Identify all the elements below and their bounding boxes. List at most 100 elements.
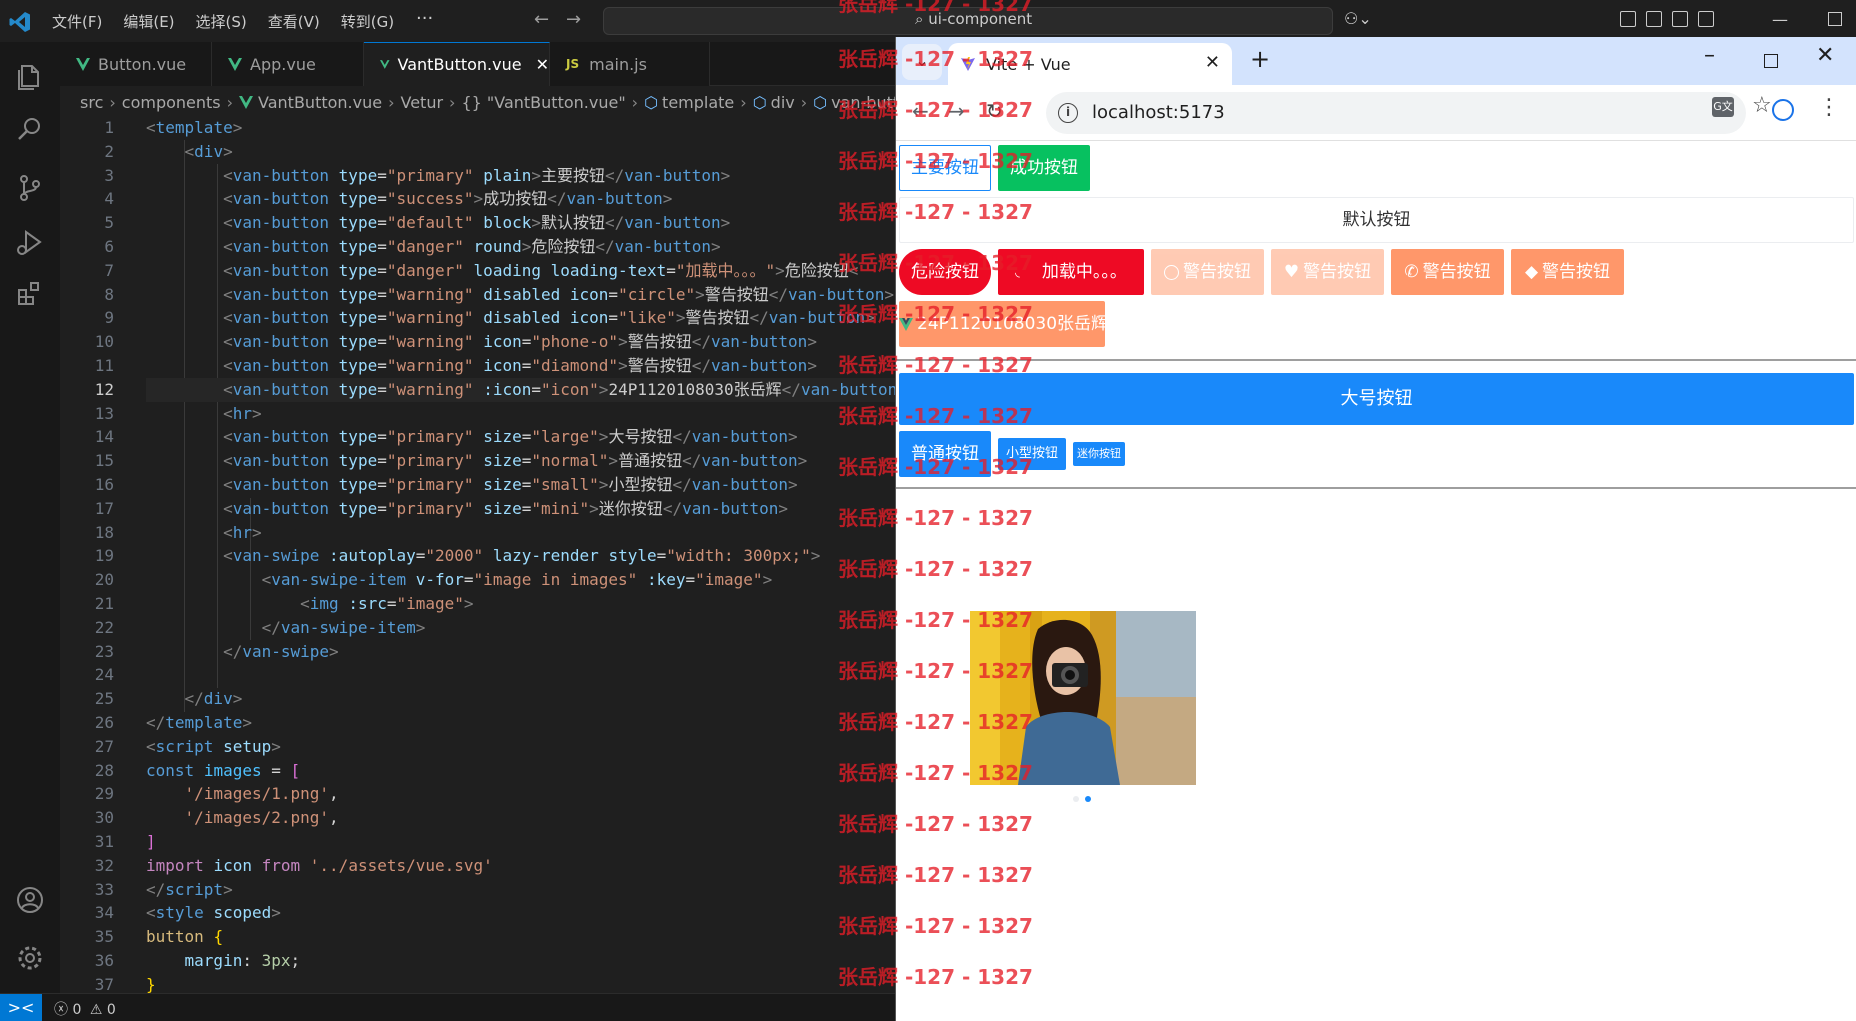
close-tab-icon[interactable]: ✕ [536, 55, 549, 74]
tab-app-vue[interactable]: App.vue [212, 42, 364, 86]
heart-icon: ♥ [1283, 262, 1300, 282]
primary-mini-button[interactable]: 迷你按钮 [1073, 442, 1125, 466]
line-number: 8 [104, 284, 114, 304]
carousel-indicator-active[interactable] [1085, 796, 1091, 802]
primary-normal-button[interactable]: 普通按钮 [899, 431, 991, 477]
new-tab-plus-icon[interactable]: + [1250, 45, 1270, 73]
line-number: 23 [94, 641, 114, 661]
menu-go[interactable]: 转到(G) [341, 11, 394, 32]
tab-vantbutton-vue[interactable]: VantButton.vue ✕ [364, 42, 550, 86]
code-line: <van-button type="primary" size="large">… [223, 427, 798, 447]
line-number: 34 [94, 903, 114, 923]
run-debug-icon[interactable] [14, 226, 46, 258]
toggle-secondary-sidebar-icon[interactable] [1698, 11, 1714, 27]
code-line: <hr> [223, 403, 262, 423]
layout-customize-icon[interactable] [1620, 11, 1636, 27]
phone-icon: ✆ [1404, 262, 1419, 282]
menu-edit[interactable]: 编辑(E) [123, 11, 174, 32]
settings-gear-icon[interactable] [14, 942, 46, 974]
primary-plain-button[interactable]: 主要按钮 [899, 145, 991, 191]
line-number: 16 [94, 474, 114, 494]
code-line: <van-button type="warning" disabled icon… [223, 308, 875, 328]
line-number: 37 [94, 974, 114, 994]
default-block-button[interactable]: 默认按钮 [899, 197, 1854, 243]
line-number: 9 [104, 308, 114, 328]
breadcrumb-item[interactable]: template [662, 93, 734, 112]
line-number: 4 [104, 189, 114, 209]
line-number: 17 [94, 498, 114, 518]
danger-round-button[interactable]: 危险按钮 [899, 249, 991, 295]
line-number: 13 [94, 403, 114, 423]
browser-menu-kebab-icon[interactable]: ⋮ [1818, 95, 1840, 120]
profile-avatar-icon[interactable] [1772, 99, 1794, 121]
vue-logo-icon [899, 317, 913, 331]
vite-icon [961, 57, 975, 71]
menu-selection[interactable]: 选择(S) [196, 11, 247, 32]
warning-diamond-button[interactable]: ◆ 警告按钮 [1511, 249, 1624, 295]
code-line: <van-button type="primary" size="normal"… [223, 451, 808, 471]
tab-main-js[interactable]: JS main.js [550, 42, 710, 86]
code-line-current: <van-button type="warning" :icon="icon">… [146, 377, 896, 402]
source-control-icon[interactable] [14, 172, 46, 204]
window-close-icon[interactable]: ✕ [1816, 43, 1834, 68]
back-arrow-icon[interactable]: ← [534, 9, 549, 30]
breadcrumb-item[interactable]: src [80, 93, 103, 112]
breadcrumb-item[interactable]: Vetur [401, 93, 444, 112]
account-icon[interactable] [14, 884, 46, 916]
breadcrumb-item[interactable]: components [122, 93, 221, 112]
address-bar[interactable]: i localhost:5173 [1046, 92, 1746, 134]
window-minimize-icon[interactable]: – [1704, 43, 1715, 68]
warning-phone-button[interactable]: ✆ 警告按钮 [1391, 249, 1504, 295]
danger-loading-button[interactable]: ◟ 加载中。。。 [998, 249, 1144, 295]
primary-small-button[interactable]: 小型按钮 [998, 438, 1066, 470]
forward-arrow-icon[interactable]: → [566, 9, 581, 30]
line-number: 24 [94, 665, 114, 685]
window-maximize-icon[interactable] [1764, 54, 1778, 68]
breadcrumb-item[interactable]: div [771, 93, 795, 112]
code-editor[interactable]: 1 2 3 4 5 6 7 8 9 10 11 12 13 14 15 16 17 18 19 20 21 22 23 24 2… [60, 116, 896, 994]
translate-icon[interactable]: G文 [1712, 97, 1734, 117]
menu-view[interactable]: 查看(V) [268, 11, 320, 32]
line-number: 6 [104, 236, 114, 256]
line-number: 7 [104, 260, 114, 280]
toggle-panel-icon[interactable] [1672, 11, 1688, 27]
line-number: 29 [94, 784, 114, 804]
extensions-icon[interactable] [14, 278, 46, 310]
line-number: 26 [94, 712, 114, 732]
menu-file[interactable]: 文件(F) [52, 11, 102, 32]
search-icon[interactable] [14, 114, 46, 146]
line-number: 32 [94, 855, 114, 875]
copilot-icon[interactable]: ⚇⌄ [1344, 9, 1372, 28]
breadcrumb-item[interactable]: VantButton.vue [258, 93, 382, 112]
primary-large-button[interactable]: 大号按钮 [899, 373, 1854, 425]
image-swipe-carousel[interactable] [970, 611, 1196, 785]
forward-arrow-icon[interactable]: → [948, 99, 965, 123]
breadcrumb-item[interactable]: {} "VantButton.vue" [461, 93, 625, 112]
remote-indicator-icon[interactable]: >< [0, 994, 42, 1021]
cube-icon: ⬡ [644, 92, 659, 112]
back-arrow-icon[interactable]: ← [912, 99, 929, 123]
problems-indicator[interactable]: ⓧ 0 ⚠ 0 [54, 999, 116, 1019]
line-number: 2 [104, 141, 114, 161]
cube-icon: ⬡ [813, 92, 828, 112]
window-maximize-icon[interactable] [1828, 12, 1842, 26]
browser-tab-vite-vue[interactable]: Vite + Vue ✕ [948, 43, 1232, 85]
bookmark-star-icon[interactable]: ☆ [1752, 93, 1772, 118]
success-button[interactable]: 成功按钮 [998, 145, 1090, 191]
code-line: button { [146, 927, 224, 947]
window-minimize-icon[interactable]: — [1772, 10, 1788, 29]
reload-icon[interactable]: ↻ [986, 99, 1003, 123]
toggle-sidebar-icon[interactable] [1646, 11, 1662, 27]
vue-icon [228, 57, 242, 71]
tab-button-vue[interactable]: Button.vue [60, 42, 212, 86]
site-info-icon[interactable]: i [1058, 103, 1078, 123]
close-tab-icon[interactable]: ✕ [1205, 52, 1220, 73]
status-bar: >< ⓧ 0 ⚠ 0 [0, 993, 896, 1021]
explorer-icon[interactable] [14, 60, 46, 92]
more-menu-icon[interactable]: ··· [416, 8, 433, 29]
warning-custom-icon-button[interactable]: 24P1120108030张岳辉 [899, 301, 1108, 347]
carousel-indicator[interactable] [1073, 796, 1079, 802]
tab-search-chevron-icon[interactable]: ⌄ [902, 44, 942, 80]
js-icon: JS [566, 57, 580, 71]
